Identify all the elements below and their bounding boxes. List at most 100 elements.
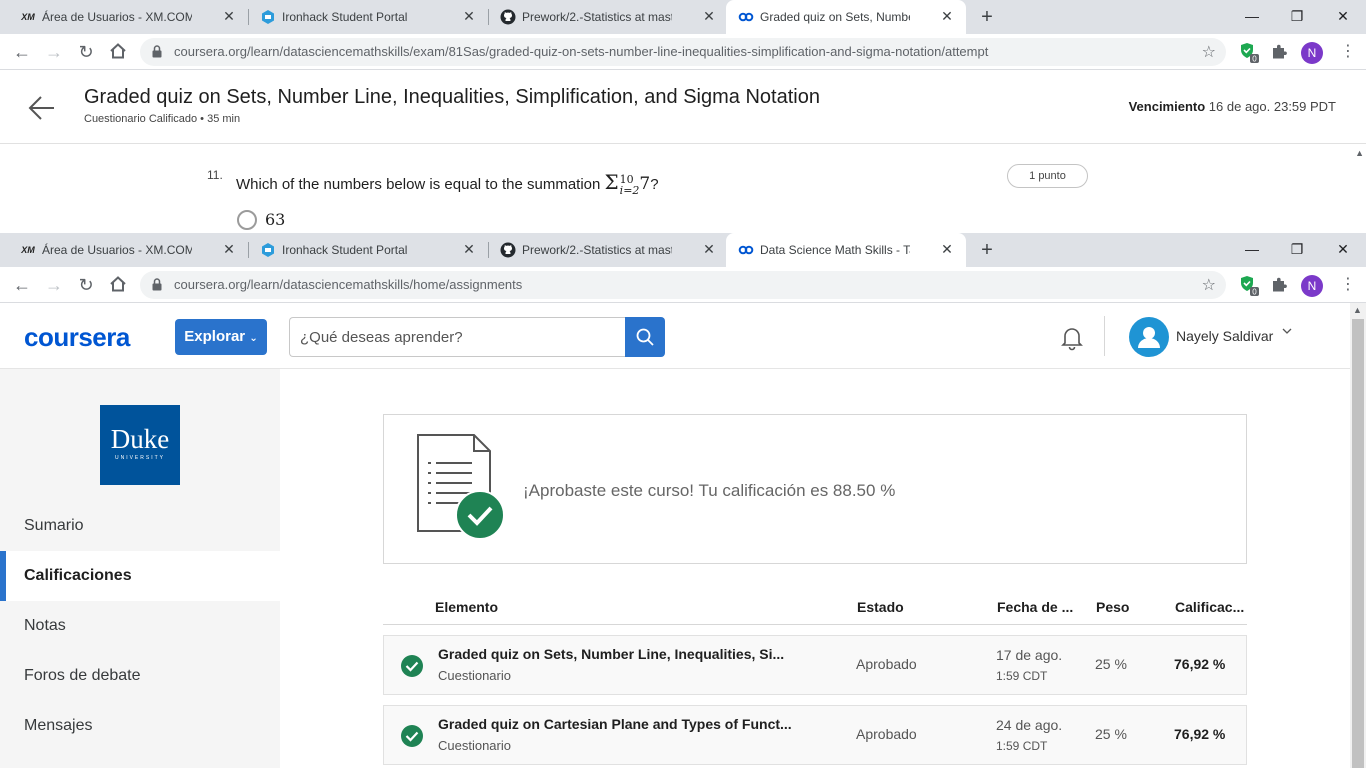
check-circle-icon bbox=[400, 654, 424, 678]
row-item-name[interactable]: Graded quiz on Cartesian Plane and Types… bbox=[438, 716, 804, 732]
reload-icon[interactable]: ↻ bbox=[76, 42, 96, 62]
column-header-elemento[interactable]: Elemento bbox=[435, 599, 498, 615]
bell-icon[interactable] bbox=[1058, 323, 1086, 351]
extension-badge: 0 bbox=[1252, 288, 1257, 297]
coursera-logo[interactable]: coursera bbox=[24, 322, 130, 353]
profile-avatar-icon[interactable]: N bbox=[1301, 42, 1323, 64]
kebab-menu-icon[interactable]: ⋮ bbox=[1340, 42, 1356, 62]
row-grade: 76,92 % bbox=[1174, 726, 1226, 742]
close-tab-icon[interactable]: ✕ bbox=[702, 8, 716, 24]
sidebar-item-notas[interactable]: Notas bbox=[0, 601, 280, 651]
xm-icon: XM bbox=[21, 12, 35, 22]
home-icon[interactable] bbox=[108, 275, 128, 295]
sidebar-item-sumario[interactable]: Sumario bbox=[0, 501, 280, 551]
tab-strip: XM Área de Usuarios - XM.COM ✕ Ironhack … bbox=[0, 0, 1366, 34]
chevron-down-icon[interactable] bbox=[1281, 325, 1293, 340]
tab-github[interactable]: Prework/2.-Statistics at master · M ✕ bbox=[488, 233, 728, 267]
column-header-peso[interactable]: Peso bbox=[1096, 599, 1129, 615]
row-time: 1:59 CDT bbox=[996, 739, 1048, 753]
close-tab-icon[interactable]: ✕ bbox=[940, 241, 954, 257]
row-item-type: Cuestionario bbox=[438, 668, 511, 683]
tab-xm[interactable]: XM Área de Usuarios - XM.COM ✕ bbox=[8, 0, 248, 34]
minimize-button[interactable]: — bbox=[1242, 6, 1262, 26]
bookmark-star-icon[interactable]: ☆ bbox=[1202, 42, 1216, 62]
close-tab-icon[interactable]: ✕ bbox=[940, 8, 954, 24]
question-prompt: Which of the numbers below is equal to t… bbox=[236, 176, 601, 193]
user-name[interactable]: Nayely Saldivar bbox=[1176, 328, 1273, 344]
scrollbar-thumb[interactable] bbox=[1352, 319, 1364, 768]
coursera-icon bbox=[738, 9, 754, 25]
browser-window-quiz: XM Área de Usuarios - XM.COM ✕ Ironhack … bbox=[0, 0, 1366, 233]
question-mark: ? bbox=[650, 176, 659, 193]
close-window-button[interactable]: ✕ bbox=[1333, 6, 1353, 26]
bookmark-star-icon[interactable]: ☆ bbox=[1202, 275, 1216, 295]
row-time: 1:59 CDT bbox=[996, 669, 1048, 683]
tab-title: Área de Usuarios - XM.COM bbox=[42, 243, 192, 257]
column-header-estado[interactable]: Estado bbox=[857, 599, 904, 615]
back-arrow-icon[interactable] bbox=[28, 94, 56, 122]
quiz-title: Graded quiz on Sets, Number Line, Inequa… bbox=[84, 86, 820, 108]
quiz-body: ▲ 11. Which of the numbers below is equa… bbox=[0, 144, 1366, 233]
column-header-calificacion[interactable]: Calificac... bbox=[1175, 599, 1244, 615]
kebab-menu-icon[interactable]: ⋮ bbox=[1340, 275, 1356, 295]
tab-ironhack[interactable]: Ironhack Student Portal ✕ bbox=[248, 0, 488, 34]
puzzle-extensions-icon[interactable] bbox=[1270, 276, 1292, 298]
back-icon[interactable]: ← bbox=[12, 275, 32, 295]
close-tab-icon[interactable]: ✕ bbox=[462, 8, 476, 24]
sigma-lower-limit: i=2 bbox=[619, 184, 640, 198]
restore-button[interactable]: ❐ bbox=[1287, 239, 1307, 259]
header-divider bbox=[1104, 316, 1105, 356]
restore-button[interactable]: ❐ bbox=[1287, 6, 1307, 26]
new-tab-button[interactable]: + bbox=[976, 239, 998, 261]
page-scrollbar[interactable]: ▲ bbox=[1350, 303, 1366, 768]
close-tab-icon[interactable]: ✕ bbox=[222, 241, 236, 257]
scroll-up-icon[interactable]: ▲ bbox=[1353, 305, 1362, 315]
coursera-header: coursera Explorar ⌄ ¿Qué deseas aprender… bbox=[0, 303, 1366, 369]
sidebar-item-mensajes[interactable]: Mensajes bbox=[0, 701, 280, 751]
close-tab-icon[interactable]: ✕ bbox=[462, 241, 476, 257]
table-row[interactable]: Graded quiz on Sets, Number Line, Inequa… bbox=[383, 635, 1247, 695]
answer-option-label[interactable]: 63 bbox=[265, 210, 285, 229]
tab-coursera-quiz[interactable]: Graded quiz on Sets, Number Lin ✕ bbox=[726, 0, 966, 34]
duke-logo-sub: UNIVERSITY bbox=[114, 455, 165, 461]
forward-icon[interactable]: → bbox=[44, 275, 64, 295]
shield-extension-icon[interactable]: 0 bbox=[1238, 274, 1260, 297]
search-input[interactable]: ¿Qué deseas aprender? bbox=[289, 317, 625, 357]
sidebar-item-calificaciones[interactable]: Calificaciones bbox=[0, 551, 280, 601]
tab-title: Área de Usuarios - XM.COM bbox=[42, 10, 192, 24]
scroll-up-icon[interactable]: ▲ bbox=[1355, 148, 1364, 158]
row-item-name[interactable]: Graded quiz on Sets, Number Line, Inequa… bbox=[438, 646, 804, 662]
address-bar[interactable]: coursera.org/learn/datasciencemathskills… bbox=[140, 271, 1226, 299]
puzzle-extensions-icon[interactable] bbox=[1270, 43, 1292, 65]
close-tab-icon[interactable]: ✕ bbox=[702, 241, 716, 257]
new-tab-button[interactable]: + bbox=[976, 6, 998, 28]
tab-ironhack[interactable]: Ironhack Student Portal ✕ bbox=[248, 233, 488, 267]
minimize-button[interactable]: — bbox=[1242, 239, 1262, 259]
back-icon[interactable]: ← bbox=[12, 42, 32, 62]
tab-xm[interactable]: XM Área de Usuarios - XM.COM ✕ bbox=[8, 233, 248, 267]
home-icon[interactable] bbox=[108, 42, 128, 62]
github-icon bbox=[500, 9, 516, 25]
chevron-down-icon: ⌄ bbox=[249, 333, 258, 344]
close-window-button[interactable]: ✕ bbox=[1333, 239, 1353, 259]
forward-icon[interactable]: → bbox=[44, 42, 64, 62]
search-button[interactable] bbox=[625, 317, 665, 357]
column-header-fecha[interactable]: Fecha de ... bbox=[997, 599, 1073, 615]
sidebar-item-foros[interactable]: Foros de debate bbox=[0, 651, 280, 701]
question-number: 11. bbox=[207, 168, 223, 182]
address-bar[interactable]: coursera.org/learn/datasciencemathskills… bbox=[140, 38, 1226, 66]
reload-icon[interactable]: ↻ bbox=[76, 275, 96, 295]
question-text: Which of the numbers below is equal to t… bbox=[236, 170, 659, 196]
explore-button[interactable]: Explorar ⌄ bbox=[175, 319, 267, 355]
tab-github[interactable]: Prework/2.-Statistics at master · M ✕ bbox=[488, 0, 728, 34]
browser-window-grades: XM Área de Usuarios - XM.COM ✕ Ironhack … bbox=[0, 233, 1366, 768]
tab-coursera-assignments[interactable]: Data Science Math Skills - Tareas ✕ bbox=[726, 233, 966, 267]
user-avatar-icon[interactable] bbox=[1129, 317, 1169, 357]
points-badge: 1 punto bbox=[1007, 164, 1088, 188]
grades-main: ¡Aprobaste este curso! Tu calificación e… bbox=[280, 369, 1350, 768]
table-row[interactable]: Graded quiz on Cartesian Plane and Types… bbox=[383, 705, 1247, 765]
answer-radio[interactable] bbox=[237, 210, 257, 230]
profile-avatar-icon[interactable]: N bbox=[1301, 275, 1323, 297]
close-tab-icon[interactable]: ✕ bbox=[222, 8, 236, 24]
shield-extension-icon[interactable]: 0 bbox=[1238, 41, 1260, 64]
